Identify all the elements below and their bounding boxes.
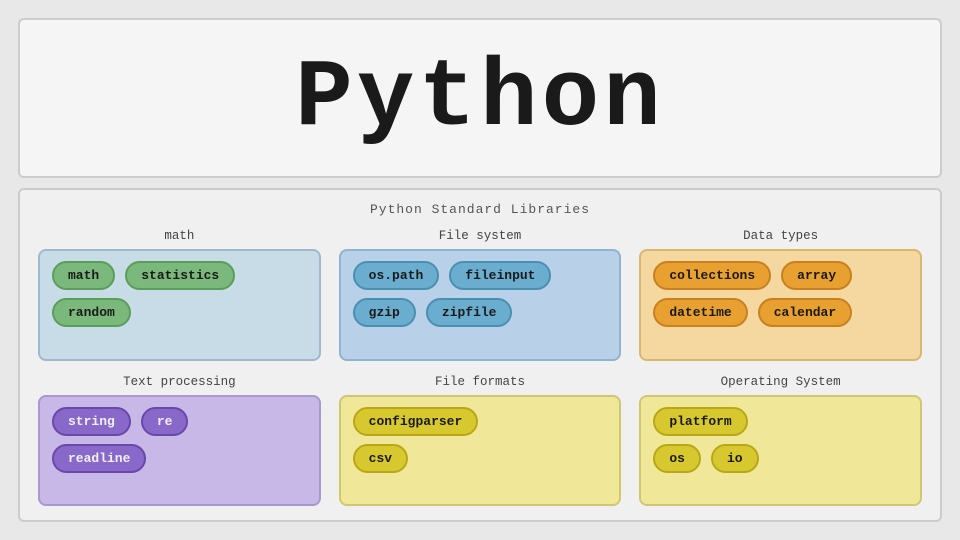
tag-row: random bbox=[52, 298, 307, 327]
tag-statistics: statistics bbox=[125, 261, 235, 290]
category-box-fileformats: configparser csv bbox=[339, 395, 622, 507]
category-label-fileformats: File formats bbox=[339, 375, 622, 389]
category-os: Operating System platform os io bbox=[639, 375, 922, 507]
tag-fileinput: fileinput bbox=[449, 261, 551, 290]
tag-row: gzip zipfile bbox=[353, 298, 608, 327]
main-wrapper: Python Python Standard Libraries math ma… bbox=[0, 0, 960, 540]
category-box-math: math statistics random bbox=[38, 249, 321, 361]
libraries-panel: Python Standard Libraries math math stat… bbox=[18, 188, 942, 522]
tag-os: os bbox=[653, 444, 701, 473]
tag-row: readline bbox=[52, 444, 307, 473]
tag-io: io bbox=[711, 444, 759, 473]
tag-row: string re bbox=[52, 407, 307, 436]
category-label-filesystem: File system bbox=[339, 229, 622, 243]
category-box-os: platform os io bbox=[639, 395, 922, 507]
category-textprocessing: Text processing string re readline bbox=[38, 375, 321, 507]
tag-re: re bbox=[141, 407, 189, 436]
category-fileformats: File formats configparser csv bbox=[339, 375, 622, 507]
category-box-textprocessing: string re readline bbox=[38, 395, 321, 507]
tag-gzip: gzip bbox=[353, 298, 416, 327]
tag-row: os.path fileinput bbox=[353, 261, 608, 290]
tag-ospath: os.path bbox=[353, 261, 440, 290]
category-box-filesystem: os.path fileinput gzip zipfile bbox=[339, 249, 622, 361]
tag-random: random bbox=[52, 298, 131, 327]
category-label-os: Operating System bbox=[639, 375, 922, 389]
category-datatypes: Data types collections array datetime ca… bbox=[639, 229, 922, 361]
tag-row: math statistics bbox=[52, 261, 307, 290]
category-math: math math statistics random bbox=[38, 229, 321, 361]
title-panel: Python bbox=[18, 18, 942, 178]
python-title: Python bbox=[295, 44, 665, 153]
tag-datetime: datetime bbox=[653, 298, 747, 327]
tag-platform: platform bbox=[653, 407, 747, 436]
tag-row: csv bbox=[353, 444, 608, 473]
category-label-math: math bbox=[38, 229, 321, 243]
tag-row: datetime calendar bbox=[653, 298, 908, 327]
tag-array: array bbox=[781, 261, 852, 290]
tag-row: os io bbox=[653, 444, 908, 473]
tag-collections: collections bbox=[653, 261, 771, 290]
category-box-datatypes: collections array datetime calendar bbox=[639, 249, 922, 361]
categories-grid: math math statistics random File system bbox=[38, 229, 922, 506]
tag-readline: readline bbox=[52, 444, 146, 473]
tag-configparser: configparser bbox=[353, 407, 479, 436]
category-label-datatypes: Data types bbox=[639, 229, 922, 243]
tag-zipfile: zipfile bbox=[426, 298, 513, 327]
tag-string: string bbox=[52, 407, 131, 436]
category-filesystem: File system os.path fileinput gzip zipfi… bbox=[339, 229, 622, 361]
tag-calendar: calendar bbox=[758, 298, 852, 327]
category-label-textprocessing: Text processing bbox=[38, 375, 321, 389]
panel-title: Python Standard Libraries bbox=[38, 202, 922, 217]
tag-row: collections array bbox=[653, 261, 908, 290]
tag-row: platform bbox=[653, 407, 908, 436]
tag-math: math bbox=[52, 261, 115, 290]
tag-csv: csv bbox=[353, 444, 408, 473]
tag-row: configparser bbox=[353, 407, 608, 436]
